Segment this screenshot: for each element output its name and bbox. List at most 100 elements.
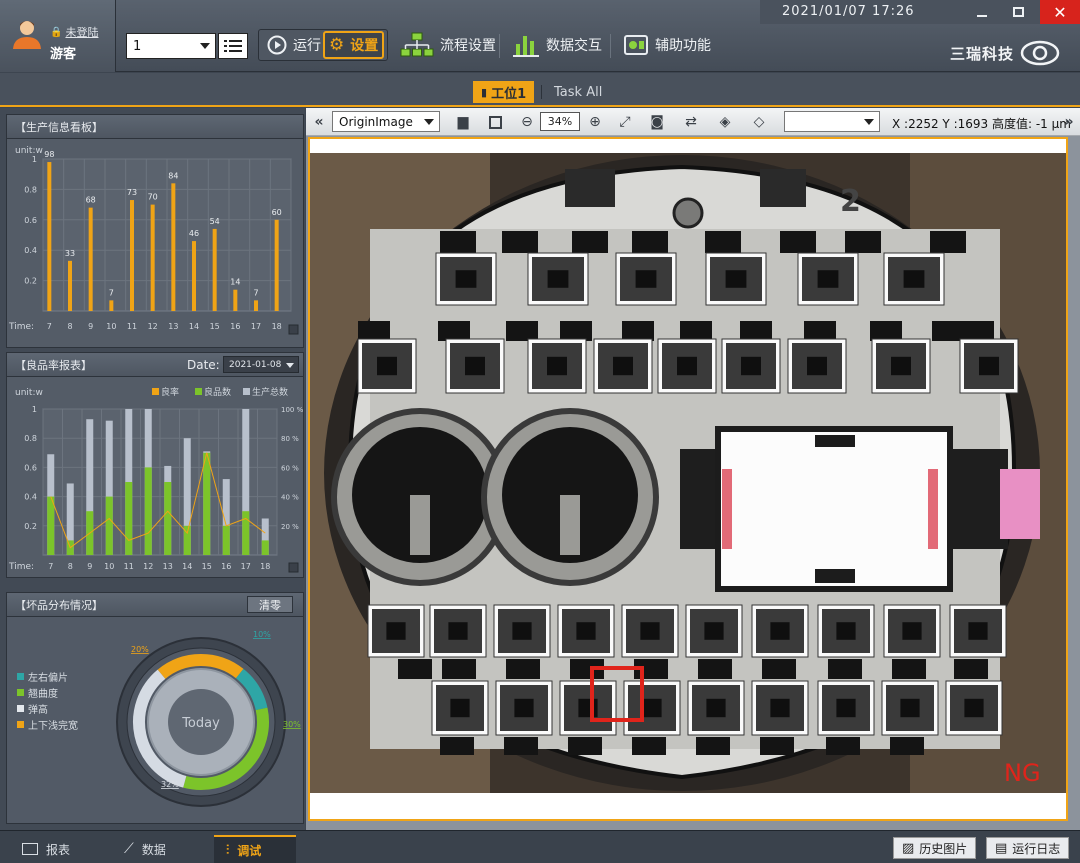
- maximize-button[interactable]: [1008, 2, 1028, 22]
- run-log-button[interactable]: ▤ 运行日志: [986, 837, 1070, 859]
- clear-button[interactable]: 清零: [247, 596, 293, 613]
- close-button[interactable]: ✕: [1040, 0, 1080, 24]
- user-name: 游客: [50, 47, 77, 62]
- folder-icon: ▆: [457, 114, 469, 130]
- hole: [696, 737, 730, 755]
- legend-label: 良品数: [204, 386, 231, 398]
- zoom-input[interactable]: 34%: [540, 112, 580, 131]
- hole-center: [706, 698, 726, 718]
- debug-tab[interactable]: ⫶ 调试: [214, 835, 296, 863]
- zoom-out-icon: ⊖: [521, 114, 533, 130]
- hole: [760, 737, 794, 755]
- hole: [506, 321, 538, 341]
- hole: [568, 737, 602, 755]
- hole-center: [635, 270, 657, 288]
- run-log-label: 运行日志: [1012, 841, 1061, 856]
- x-tick-label: 14: [189, 322, 199, 331]
- y2-tick-label: 40 %: [281, 494, 299, 502]
- login-link-label: 未登陆: [65, 26, 99, 39]
- x-tick-label: 15: [202, 562, 212, 571]
- zoom-in-button[interactable]: ⊕: [586, 113, 604, 131]
- legend-item: 弹高: [17, 701, 78, 716]
- swap-button[interactable]: ⇄: [682, 113, 700, 131]
- data-label: 14: [230, 278, 240, 287]
- login-link[interactable]: 🔒 未登陆: [50, 24, 98, 40]
- user-avatar-icon[interactable]: [10, 16, 44, 50]
- toolbar-divider: [499, 34, 500, 58]
- fit-to-window-button[interactable]: ⤢: [616, 113, 634, 131]
- x-tick-label: 9: [87, 562, 92, 571]
- hole: [705, 231, 741, 253]
- legend-item: 左右偏片: [17, 669, 78, 684]
- list-icon: [224, 40, 242, 52]
- toolbar-divider: [610, 34, 611, 58]
- production-chart-area: unit:w 0.2 0.4 0.6 0.8 1 Time: 98 7 33 8 68 9 7 10 73 11…: [7, 139, 303, 347]
- hole: [632, 737, 666, 755]
- x-axis-label: Time:: [8, 322, 34, 332]
- hole: [762, 659, 796, 679]
- camera-icon: ◙: [650, 114, 664, 130]
- image-source-value: OriginImage: [339, 114, 413, 129]
- tab-station-1[interactable]: ▮ 工位1: [473, 81, 535, 103]
- y2-tick-label: 60 %: [281, 464, 299, 472]
- hole-center: [640, 622, 660, 640]
- collapse-left-button[interactable]: «: [310, 113, 328, 131]
- yield-title-text: 【良品率报表】: [15, 358, 92, 372]
- hole: [954, 659, 988, 679]
- left-dashboard: 【生产信息看板】 unit:w 0.2 0.4 0.6 0.8 1 Time: 98 7 33 8 6…: [0, 108, 305, 830]
- defect-title-text: 【坏品分布情况】: [15, 598, 103, 612]
- bar: [130, 200, 134, 311]
- hole: [502, 231, 538, 253]
- bar-good: [125, 482, 133, 555]
- data-exchange-button[interactable]: 数据交互: [508, 30, 606, 60]
- 3d-view-button[interactable]: ◈: [716, 113, 734, 131]
- inspection-image[interactable]: 2 NG: [310, 139, 1066, 819]
- flow-settings-button[interactable]: 流程设置: [396, 30, 500, 60]
- hole: [740, 321, 772, 341]
- hole-center: [455, 270, 477, 288]
- history-images-button[interactable]: ▨ 历史图片: [893, 837, 977, 859]
- settings-button[interactable]: ⚙ 设置: [323, 31, 385, 59]
- x-tick-label: 10: [106, 322, 116, 331]
- slice-percent-label: 10%: [253, 630, 271, 639]
- open-folder-button[interactable]: ▆: [454, 113, 472, 131]
- ng-status-label: NG: [1004, 759, 1041, 787]
- station-select[interactable]: 1: [126, 33, 216, 59]
- minimize-button[interactable]: [972, 2, 992, 22]
- zoom-out-button[interactable]: ⊖: [518, 113, 536, 131]
- date-picker[interactable]: 2021-01-08: [223, 356, 299, 373]
- 3d-compare-button[interactable]: ◇: [750, 113, 768, 131]
- save-image-button[interactable]: [486, 113, 504, 131]
- hole: [930, 231, 966, 253]
- slice-percent-label: 32%: [161, 780, 179, 789]
- bar: [233, 289, 238, 311]
- hole-center: [741, 356, 761, 376]
- hole-center: [547, 356, 567, 376]
- report-tab[interactable]: 报表: [10, 835, 104, 863]
- chart-scroll-handle: [288, 562, 299, 573]
- run-button[interactable]: 运行: [263, 30, 325, 60]
- y-tick-label: 0.6: [24, 463, 37, 472]
- hole-center: [450, 698, 470, 718]
- part-number-label: 2: [840, 184, 861, 219]
- tab-task-all[interactable]: Task All: [546, 81, 610, 103]
- tab-station-1-label: 工位1: [491, 86, 527, 102]
- hole: [440, 737, 474, 755]
- data-tab[interactable]: ⟋ 数据: [112, 835, 206, 863]
- collapse-right-button[interactable]: »: [1060, 113, 1078, 131]
- list-menu-button[interactable]: [218, 33, 248, 59]
- x-axis-label: Time:: [8, 562, 34, 572]
- legend-label: 弹高: [28, 704, 48, 716]
- x-tick-label: 13: [163, 562, 173, 571]
- legend-label: 翘曲度: [28, 688, 58, 700]
- viewer-toolbar: « OriginImage ▆ ⊖ 34% ⊕ ⤢ ◙ ⇄ ◈ ◇ X :225…: [306, 108, 1080, 136]
- snapshot-button[interactable]: ◙: [648, 113, 666, 131]
- image-source-select[interactable]: OriginImage: [332, 111, 440, 132]
- y-tick-label: 0.4: [24, 493, 37, 502]
- aux-function-button[interactable]: 辅助功能: [619, 30, 715, 60]
- display-mode-select[interactable]: [784, 111, 880, 132]
- fullscreen-icon: ⤢: [619, 114, 631, 130]
- data-label: 46: [189, 229, 199, 238]
- yield-panel-title: 【良品率报表】 Date: 2021-01-08: [7, 353, 303, 377]
- y2-tick-label: 100 %: [281, 406, 303, 414]
